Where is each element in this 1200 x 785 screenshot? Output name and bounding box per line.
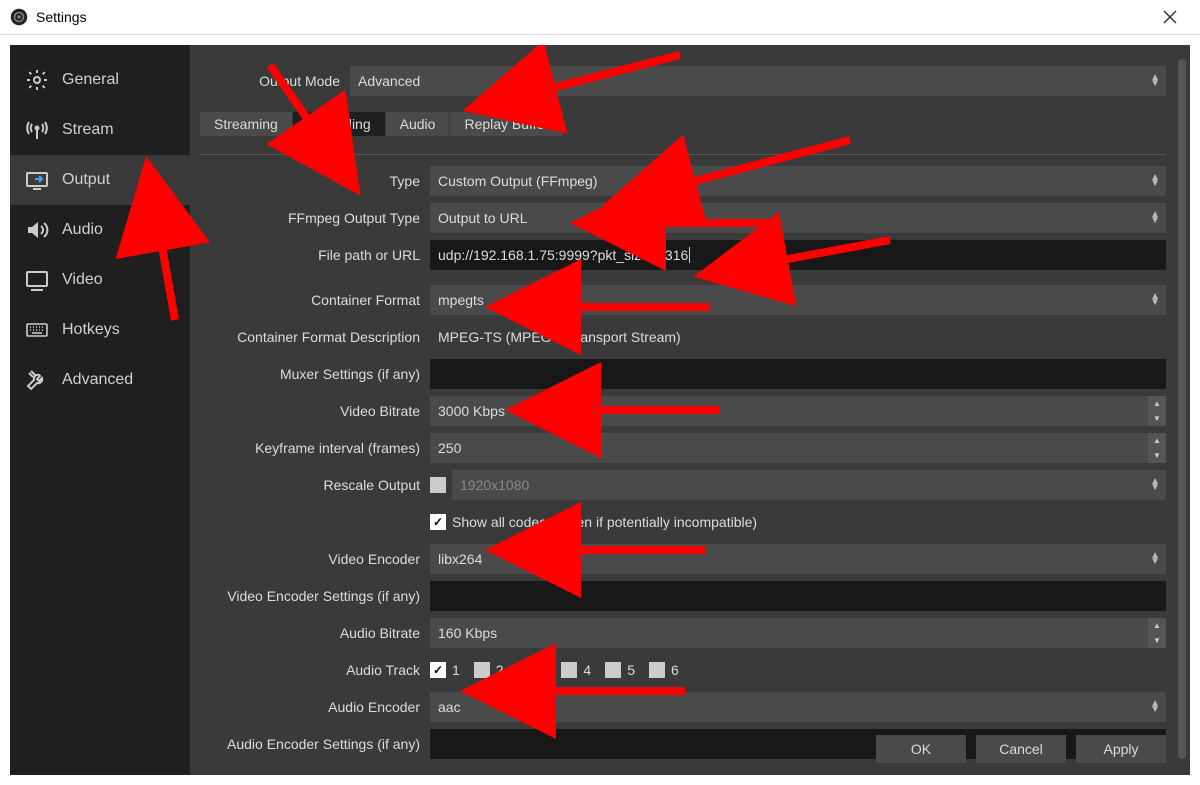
text-cursor <box>689 247 690 263</box>
divider <box>200 154 1166 155</box>
spinner-buttons[interactable]: ▲▼ <box>1148 618 1166 648</box>
label-ffmpeg-output-type: FFmpeg Output Type <box>200 210 430 226</box>
video-encoder-select[interactable]: libx264 ▲▼ <box>430 544 1166 574</box>
sidebar-item-general[interactable]: General <box>10 55 190 105</box>
output-mode-select[interactable]: Advanced ▲▼ <box>350 66 1166 96</box>
label-rescale-output: Rescale Output <box>200 477 430 493</box>
show-all-codecs-label: Show all codecs (even if potentially inc… <box>452 514 757 530</box>
audio-bitrate-input[interactable]: 160 Kbps ▲▼ <box>430 618 1166 648</box>
cancel-button[interactable]: Cancel <box>976 735 1066 763</box>
chevron-updown-icon: ▲▼ <box>1150 479 1160 491</box>
chevron-updown-icon: ▲▼ <box>1150 294 1160 306</box>
scrollbar[interactable] <box>1178 59 1186 759</box>
label-output-mode: Output Mode <box>200 73 350 89</box>
video-bitrate-input[interactable]: 3000 Kbps ▲▼ <box>430 396 1166 426</box>
chevron-updown-icon: ▲▼ <box>1150 553 1160 565</box>
label-audio-track: Audio Track <box>200 662 430 678</box>
tab-audio[interactable]: Audio <box>386 112 450 136</box>
sidebar-item-audio[interactable]: Audio <box>10 205 190 255</box>
label-video-encoder-settings: Video Encoder Settings (if any) <box>200 588 430 604</box>
tab-replay-buffer[interactable]: Replay Buffer <box>450 112 563 136</box>
label-container-format: Container Format <box>200 292 430 308</box>
window-title: Settings <box>36 9 87 25</box>
video-encoder-settings-input[interactable] <box>430 581 1166 611</box>
chevron-updown-icon: ▲▼ <box>1150 75 1160 87</box>
rescale-output-checkbox[interactable] <box>430 477 446 493</box>
audio-track-5-checkbox[interactable] <box>605 662 621 678</box>
speaker-icon <box>24 217 50 243</box>
settings-window: Settings General Stream <box>0 0 1200 785</box>
chevron-updown-icon: ▲▼ <box>1150 212 1160 224</box>
rescale-output-size: 1920x1080 ▲▼ <box>452 470 1166 500</box>
label-video-encoder: Video Encoder <box>200 551 430 567</box>
tab-recording[interactable]: Recording <box>293 112 385 136</box>
sidebar-item-label: Audio <box>62 221 103 239</box>
keyframe-interval-input[interactable]: 250 ▲▼ <box>430 433 1166 463</box>
sidebar-item-label: Video <box>62 271 103 289</box>
container-format-select[interactable]: mpegts ▲▼ <box>430 285 1166 315</box>
audio-track-3-checkbox[interactable] <box>518 662 534 678</box>
antenna-icon <box>24 117 50 143</box>
chevron-updown-icon: ▲▼ <box>1150 175 1160 187</box>
main-panel: Output Mode Advanced ▲▼ Streaming Record… <box>190 45 1190 775</box>
label-type: Type <box>200 173 430 189</box>
ok-button[interactable]: OK <box>876 735 966 763</box>
show-all-codecs-checkbox[interactable]: ✓ <box>430 514 446 530</box>
sidebar-item-video[interactable]: Video <box>10 255 190 305</box>
label-container-desc: Container Format Description <box>200 329 430 345</box>
keyboard-icon <box>24 317 50 343</box>
audio-track-2-checkbox[interactable] <box>474 662 490 678</box>
label-audio-bitrate: Audio Bitrate <box>200 625 430 641</box>
output-tabs: Streaming Recording Audio Replay Buffer <box>200 112 1166 136</box>
monitor-out-icon <box>24 167 50 193</box>
titlebar: Settings <box>0 0 1200 35</box>
sidebar-item-label: General <box>62 71 119 89</box>
obs-logo-icon <box>10 8 28 26</box>
container-desc-text: MPEG-TS (MPEG-2 Transport Stream) <box>430 322 1166 352</box>
file-path-input[interactable]: udp://192.168.1.75:9999?pkt_size=1316 <box>430 240 1166 270</box>
label-video-bitrate: Video Bitrate <box>200 403 430 419</box>
sidebar-item-label: Stream <box>62 121 114 139</box>
chevron-updown-icon: ▲▼ <box>1150 701 1160 713</box>
sidebar-item-advanced[interactable]: Advanced <box>10 355 190 405</box>
sidebar-item-label: Hotkeys <box>62 321 120 339</box>
spinner-buttons[interactable]: ▲▼ <box>1148 433 1166 463</box>
label-muxer-settings: Muxer Settings (if any) <box>200 366 430 382</box>
monitor-icon <box>24 267 50 293</box>
sidebar-item-output[interactable]: Output <box>10 155 190 205</box>
label-audio-encoder-settings: Audio Encoder Settings (if any) <box>200 736 430 752</box>
gear-icon <box>24 67 50 93</box>
sidebar-item-label: Advanced <box>62 371 133 389</box>
sidebar-item-stream[interactable]: Stream <box>10 105 190 155</box>
sidebar-item-label: Output <box>62 171 110 189</box>
type-select[interactable]: Custom Output (FFmpeg) ▲▼ <box>430 166 1166 196</box>
muxer-settings-input[interactable] <box>430 359 1166 389</box>
tools-icon <box>24 367 50 393</box>
dialog-buttons: OK Cancel Apply <box>876 735 1166 763</box>
audio-track-6-checkbox[interactable] <box>649 662 665 678</box>
label-keyframe-interval: Keyframe interval (frames) <box>200 440 430 456</box>
audio-track-4-checkbox[interactable] <box>561 662 577 678</box>
settings-sidebar: General Stream Output <box>10 45 190 775</box>
audio-track-1-checkbox[interactable]: ✓ <box>430 662 446 678</box>
ffmpeg-output-type-select[interactable]: Output to URL ▲▼ <box>430 203 1166 233</box>
label-file-path: File path or URL <box>200 247 430 263</box>
audio-encoder-select[interactable]: aac ▲▼ <box>430 692 1166 722</box>
tab-streaming[interactable]: Streaming <box>200 112 292 136</box>
apply-button[interactable]: Apply <box>1076 735 1166 763</box>
close-button[interactable] <box>1150 2 1190 32</box>
label-audio-encoder: Audio Encoder <box>200 699 430 715</box>
spinner-buttons[interactable]: ▲▼ <box>1148 396 1166 426</box>
sidebar-item-hotkeys[interactable]: Hotkeys <box>10 305 190 355</box>
